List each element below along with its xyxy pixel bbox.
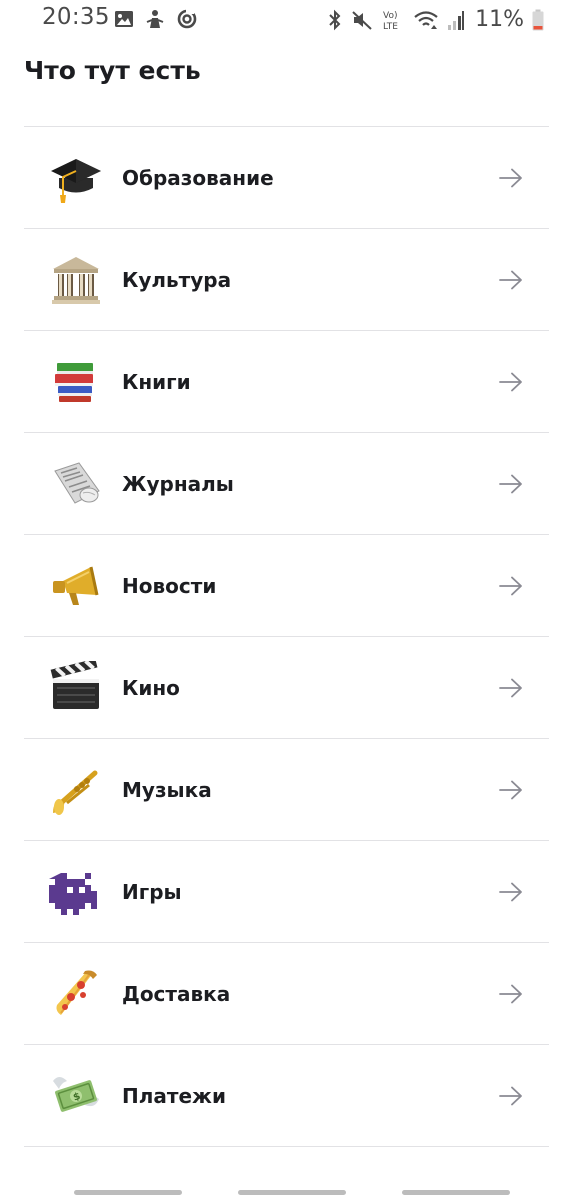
status-bar: 20:35 Vo) LTE 11%	[0, 0, 584, 40]
item-label: Игры	[122, 879, 182, 904]
list-item-magazines[interactable]: Журналы	[24, 433, 549, 535]
signal-icon	[447, 9, 465, 31]
list-item-culture[interactable]: Культура	[24, 229, 549, 331]
list-item-music[interactable]: Музыка	[24, 739, 549, 841]
nav-recent-apps-handle[interactable]	[74, 1190, 182, 1195]
status-time: 20:35	[42, 4, 110, 30]
page-title: Что тут есть	[24, 56, 201, 85]
category-list: Образование Культура Книги Журналы Новос…	[24, 126, 549, 1147]
arrow-right-icon	[499, 576, 523, 596]
bluetooth-icon	[327, 9, 343, 31]
navigation-bar	[0, 1186, 584, 1200]
arrow-right-icon	[499, 678, 523, 698]
list-item-cinema[interactable]: Кино	[24, 637, 549, 739]
battery-percent: 11%	[475, 7, 524, 32]
item-label: Культура	[122, 267, 232, 292]
item-label: Платежи	[122, 1083, 226, 1108]
trumpet-icon	[49, 763, 103, 817]
svg-text:LTE: LTE	[383, 22, 398, 32]
space-invader-icon	[49, 865, 103, 919]
status-notification-icons	[114, 8, 198, 30]
item-label: Музыка	[122, 777, 212, 802]
sync-icon	[176, 8, 198, 30]
image-icon	[114, 9, 134, 29]
arrow-right-icon	[499, 984, 523, 1004]
mute-icon	[351, 9, 373, 31]
clapper-board-icon	[49, 660, 103, 715]
item-label: Образование	[122, 165, 274, 190]
books-icon	[49, 355, 103, 409]
app-notification-icon	[144, 8, 166, 30]
battery-icon	[532, 9, 544, 31]
newspaper-roll-icon	[49, 457, 103, 511]
wifi-icon	[413, 9, 439, 31]
nav-back-handle[interactable]	[402, 1190, 510, 1195]
item-label: Доставка	[122, 981, 231, 1006]
graduation-cap-icon	[49, 151, 103, 205]
list-item-books[interactable]: Книги	[24, 331, 549, 433]
list-item-news[interactable]: Новости	[24, 535, 549, 637]
item-label: Новости	[122, 573, 217, 598]
pizza-icon	[49, 967, 103, 1021]
svg-text:Vo): Vo)	[383, 11, 397, 21]
item-label: Книги	[122, 369, 191, 394]
arrow-right-icon	[499, 168, 523, 188]
arrow-right-icon	[499, 882, 523, 902]
arrow-right-icon	[499, 474, 523, 494]
status-system-icons: Vo) LTE 11%	[327, 7, 544, 32]
list-item-games[interactable]: Игры	[24, 841, 549, 943]
volte-icon: Vo) LTE	[381, 8, 405, 32]
item-label: Кино	[122, 675, 180, 700]
megaphone-icon	[49, 559, 103, 613]
nav-home-handle[interactable]	[238, 1190, 346, 1195]
list-item-education[interactable]: Образование	[24, 127, 549, 229]
list-item-delivery[interactable]: Доставка	[24, 943, 549, 1045]
list-item-payments[interactable]: $ Платежи	[24, 1045, 549, 1147]
arrow-right-icon	[499, 270, 523, 290]
arrow-right-icon	[499, 372, 523, 392]
classical-building-icon	[49, 253, 103, 307]
item-label: Журналы	[122, 471, 234, 496]
arrow-right-icon	[499, 1086, 523, 1106]
money-with-wings-icon: $	[49, 1069, 103, 1123]
arrow-right-icon	[499, 780, 523, 800]
